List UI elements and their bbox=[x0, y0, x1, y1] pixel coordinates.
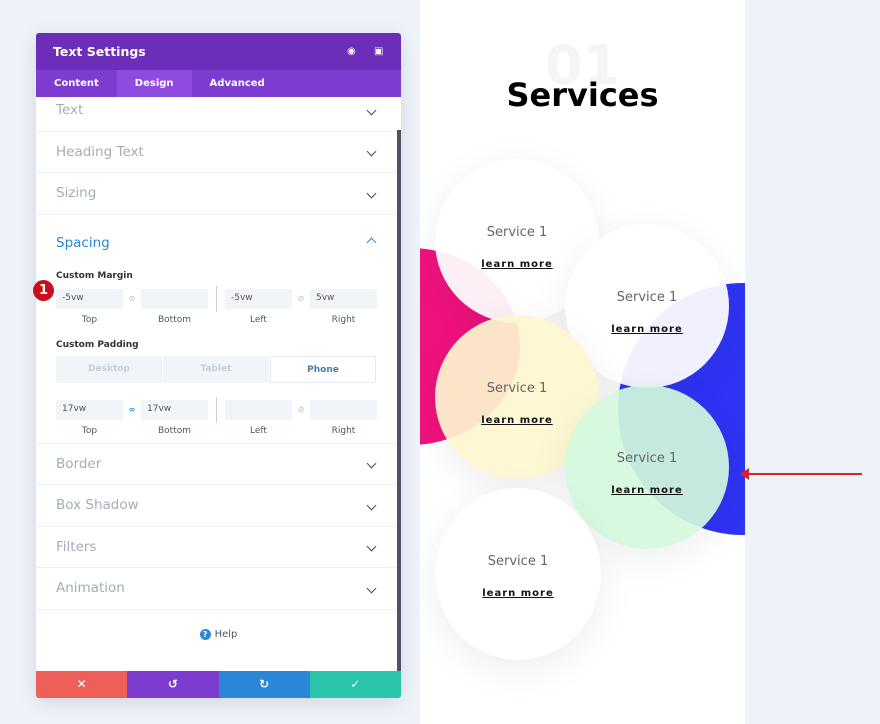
help-icon: ? bbox=[199, 628, 211, 640]
device-desktop[interactable]: Desktop bbox=[56, 355, 162, 383]
section-label: Border bbox=[56, 455, 102, 472]
side-label: Bottom bbox=[157, 425, 191, 436]
settings-panel: Text Settings ◉ ▣ Content Design Advance… bbox=[36, 33, 401, 698]
service-circle: Service 1 learn more bbox=[565, 385, 729, 549]
scrollbar[interactable] bbox=[397, 130, 401, 698]
link-icon[interactable]: ⊘ bbox=[123, 294, 141, 303]
margin-bottom-input[interactable] bbox=[141, 288, 208, 309]
panel-header: Text Settings ◉ ▣ bbox=[36, 33, 401, 70]
tab-content[interactable]: Content bbox=[36, 70, 117, 97]
tab-design[interactable]: Design bbox=[116, 70, 192, 97]
margin-top-input[interactable]: -5vw bbox=[56, 288, 123, 309]
margin-left-input[interactable]: -5vw bbox=[225, 288, 292, 309]
service-label: Service 1 bbox=[486, 225, 548, 240]
learn-more-link[interactable]: learn more bbox=[565, 485, 729, 496]
divider bbox=[216, 285, 217, 312]
chevron-down-icon bbox=[366, 458, 377, 469]
padding-right-input[interactable] bbox=[310, 399, 377, 420]
custom-margin-label: Custom Margin bbox=[56, 270, 133, 281]
tab-advanced[interactable]: Advanced bbox=[192, 70, 283, 97]
section-animation[interactable]: Animation bbox=[36, 568, 401, 610]
section-label: Text bbox=[56, 102, 84, 119]
chevron-down-icon bbox=[366, 500, 377, 511]
redo-button[interactable]: ↻ bbox=[218, 671, 310, 698]
chevron-down-icon bbox=[366, 146, 377, 157]
section-border[interactable]: Border bbox=[36, 444, 401, 485]
side-label: Right bbox=[331, 314, 356, 325]
section-label: Animation bbox=[56, 580, 125, 597]
device-tablet[interactable]: Tablet bbox=[163, 355, 269, 383]
custom-padding-label: Custom Padding bbox=[56, 339, 139, 350]
padding-top-input[interactable]: 17vw bbox=[56, 399, 123, 420]
learn-more-link[interactable]: learn more bbox=[435, 415, 599, 426]
save-button[interactable]: ✓ bbox=[309, 671, 401, 698]
service-label: Service 1 bbox=[486, 381, 548, 396]
section-filters[interactable]: Filters bbox=[36, 527, 401, 568]
margin-right-input[interactable]: 5vw bbox=[310, 288, 377, 309]
learn-more-link[interactable]: learn more bbox=[565, 324, 729, 335]
link-icon[interactable]: ∞ bbox=[123, 405, 141, 414]
padding-left-input[interactable] bbox=[225, 399, 292, 420]
device-phone[interactable]: Phone bbox=[270, 355, 376, 383]
section-title: Services bbox=[506, 76, 659, 114]
focus-icon[interactable]: ◉ bbox=[347, 46, 357, 57]
service-label: Service 1 bbox=[487, 554, 549, 569]
spacing-header[interactable]: Spacing bbox=[56, 215, 381, 271]
section-box-shadow[interactable]: Box Shadow bbox=[36, 485, 401, 527]
side-label: Top bbox=[81, 425, 98, 436]
chevron-down-icon bbox=[366, 583, 377, 594]
side-label: Left bbox=[250, 314, 267, 325]
service-circle: Service 1 learn more bbox=[435, 488, 601, 660]
section-spacing: Spacing Custom Margin -5vw ⊘ -5vw ⊘ 5vw … bbox=[36, 215, 401, 444]
chevron-down-icon bbox=[366, 541, 377, 552]
panel-title: Text Settings bbox=[53, 44, 146, 59]
link-icon[interactable]: ⊘ bbox=[292, 294, 310, 303]
service-label: Service 1 bbox=[616, 451, 678, 466]
side-label: Right bbox=[331, 425, 356, 436]
chevron-down-icon bbox=[366, 188, 377, 199]
undo-button[interactable]: ↺ bbox=[127, 671, 219, 698]
learn-more-link[interactable]: learn more bbox=[435, 588, 601, 599]
section-label: Sizing bbox=[56, 185, 97, 202]
panel-footer: ✕ ↺ ↻ ✓ bbox=[36, 671, 401, 698]
chevron-down-icon bbox=[366, 105, 377, 116]
side-label: Bottom bbox=[157, 314, 191, 325]
section-label: Box Shadow bbox=[56, 497, 139, 514]
discard-button[interactable]: ✕ bbox=[36, 671, 128, 698]
help-link[interactable]: ? Help bbox=[36, 628, 401, 640]
device-tabs: Desktop Tablet Phone bbox=[56, 355, 381, 383]
link-icon[interactable]: ⊘ bbox=[292, 405, 310, 414]
step-badge: 1 bbox=[33, 280, 54, 301]
side-label: Left bbox=[250, 425, 267, 436]
chevron-up-icon bbox=[366, 237, 377, 248]
divider bbox=[216, 396, 217, 423]
section-label: Heading Text bbox=[56, 143, 144, 160]
section-label: Spacing bbox=[56, 234, 110, 251]
arrow-annotation bbox=[740, 468, 862, 480]
section-sizing[interactable]: Sizing bbox=[36, 173, 401, 215]
page-preview: 01 Services Service 1 learn more Service … bbox=[420, 0, 745, 724]
section-label: Filters bbox=[56, 538, 97, 555]
sidebar-toggle-icon[interactable]: ▣ bbox=[374, 46, 384, 57]
help-label: Help bbox=[214, 628, 238, 640]
side-label: Top bbox=[81, 314, 98, 325]
padding-bottom-input[interactable]: 17vw bbox=[141, 399, 208, 420]
service-label: Service 1 bbox=[616, 290, 678, 305]
section-heading-text[interactable]: Heading Text bbox=[36, 132, 401, 173]
